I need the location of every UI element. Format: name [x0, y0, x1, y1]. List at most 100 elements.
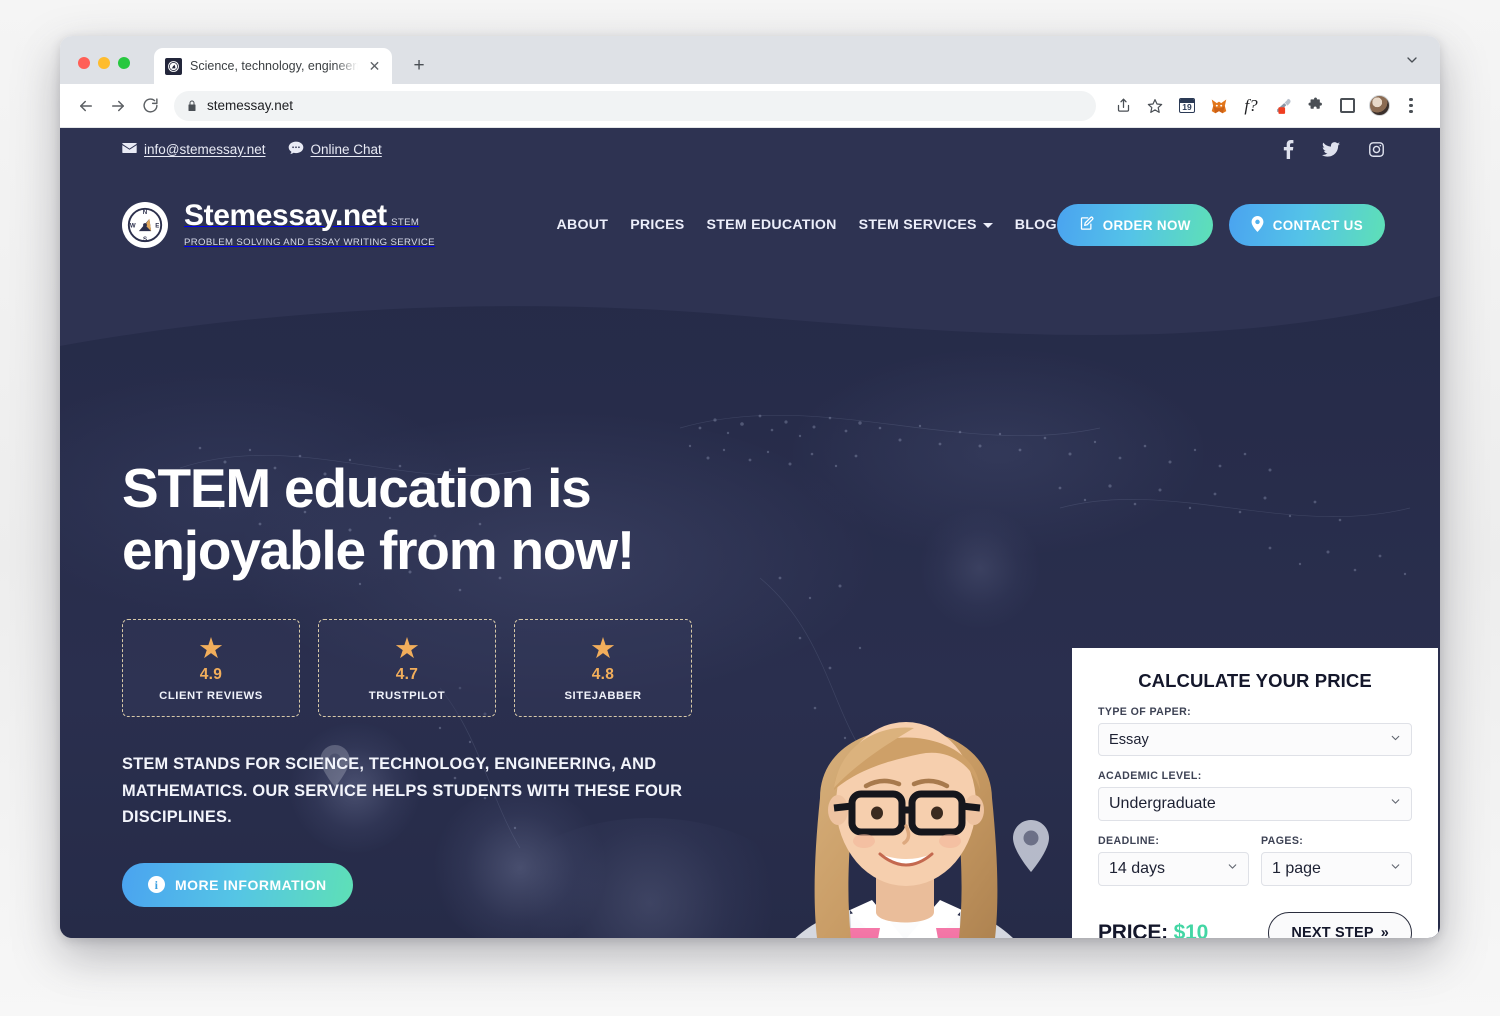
- browser-tab[interactable]: Science, technology, engineeri ✕: [154, 48, 392, 84]
- function-question-icon[interactable]: f?: [1236, 92, 1266, 120]
- chevron-down-icon: [982, 222, 993, 228]
- pages-label: PAGES:: [1261, 835, 1304, 847]
- maximize-window-button[interactable]: [118, 57, 130, 69]
- pages-select[interactable]: 1 page: [1261, 852, 1412, 886]
- calendar-icon[interactable]: 19: [1172, 92, 1202, 120]
- web-page: info@stemessay.net Online Chat N E S W S…: [60, 128, 1440, 938]
- hero-title-line-2: enjoyable from now!: [122, 518, 635, 581]
- type-of-paper-label: TYPE OF PAPER:: [1098, 706, 1192, 718]
- pages-field: PAGES: 1 page: [1261, 835, 1412, 886]
- email-link[interactable]: info@stemessay.net: [122, 142, 266, 157]
- back-arrow-icon[interactable]: [72, 92, 100, 120]
- location-pin-icon: [1251, 215, 1264, 235]
- nav-label: STEM EDUCATION: [706, 217, 837, 233]
- address-bar[interactable]: stemessay.net: [174, 90, 1096, 121]
- academic-level-field: ACADEMIC LEVEL: Undergraduate: [1098, 770, 1412, 821]
- eyedropper-icon[interactable]: [1268, 92, 1298, 120]
- close-tab-icon[interactable]: ✕: [366, 58, 383, 75]
- brand-logo-link[interactable]: N E S W Stemessay.net STEM PROBLEM SOLVI…: [122, 200, 451, 250]
- tab-strip: Science, technology, engineeri ✕ +: [60, 36, 1440, 84]
- header-action-buttons: ORDER NOW CONTACT US: [1056, 204, 1385, 246]
- type-of-paper-value: Essay: [1109, 731, 1149, 748]
- contact-us-button[interactable]: CONTACT US: [1228, 204, 1385, 246]
- calculator-title: CALCULATE YOUR PRICE: [1138, 670, 1372, 691]
- extension-icons: 19 f?: [1108, 92, 1426, 120]
- browser-menu-icon[interactable]: [1396, 92, 1426, 120]
- nav-item-stem-services[interactable]: STEM SERVICES: [859, 217, 993, 233]
- edit-document-icon: [1079, 216, 1094, 234]
- nav-item-prices[interactable]: PRICES: [630, 217, 684, 233]
- more-information-label: MORE INFORMATION: [175, 876, 327, 893]
- lock-icon: [186, 100, 198, 112]
- nav-item-blog[interactable]: BLOG: [1015, 217, 1057, 233]
- forward-arrow-icon[interactable]: [104, 92, 132, 120]
- side-panel-icon[interactable]: [1332, 92, 1362, 120]
- academic-level-select[interactable]: Undergraduate: [1098, 787, 1412, 821]
- calendar-badge: 19: [1182, 102, 1192, 112]
- email-text: info@stemessay.net: [144, 141, 266, 157]
- chevron-down-icon: [1389, 860, 1402, 878]
- nav-label: PRICES: [630, 217, 685, 233]
- deadline-value: 14 days: [1109, 860, 1166, 877]
- price-calculator-panel: CALCULATE YOUR PRICE TYPE OF PAPER: Essa…: [1072, 648, 1438, 938]
- browser-toolbar: stemessay.net 19 f?: [60, 84, 1440, 128]
- rating-card-client-reviews[interactable]: ★ 4.9 CLIENT REVIEWS: [122, 619, 300, 718]
- avatar: [1368, 95, 1390, 116]
- close-window-button[interactable]: [78, 57, 90, 69]
- chevron-down-icon: [1389, 795, 1402, 813]
- nav-item-stem-education[interactable]: STEM EDUCATION: [707, 217, 837, 233]
- svg-text:W: W: [130, 222, 136, 229]
- twitter-icon[interactable]: [1322, 141, 1340, 157]
- top-contact-bar: info@stemessay.net Online Chat: [60, 128, 1440, 170]
- minimize-window-button[interactable]: [98, 57, 110, 69]
- order-now-label: ORDER NOW: [1102, 217, 1191, 233]
- calculator-footer: PRICE: $10 NEXT STEP »: [1098, 912, 1412, 938]
- rating-card-sitejabber[interactable]: ★ 4.8 SITEJABBER: [514, 619, 692, 718]
- envelope-icon: [122, 142, 137, 157]
- site-header: N E S W Stemessay.net STEM PROBLEM SOLVI…: [60, 170, 1440, 280]
- student-photo: [795, 722, 1013, 938]
- compass-favicon: [165, 57, 182, 75]
- online-chat-link[interactable]: Online Chat: [288, 141, 382, 158]
- star-icon: ★: [590, 632, 616, 665]
- nav-item-about[interactable]: ABOUT: [557, 217, 609, 233]
- main-navigation: ABOUT PRICES STEM EDUCATION STEM SERVICE…: [557, 217, 1057, 233]
- academic-level-label: ACADEMIC LEVEL:: [1098, 770, 1202, 782]
- profile-avatar-icon[interactable]: [1364, 92, 1394, 120]
- more-information-button[interactable]: i MORE INFORMATION: [122, 862, 353, 907]
- rating-label: TRUSTPILOT: [368, 689, 446, 702]
- type-of-paper-select[interactable]: Essay: [1098, 723, 1412, 756]
- chevron-down-icon: [1226, 860, 1239, 878]
- reload-icon[interactable]: [136, 92, 164, 120]
- price-label: PRICE:: [1098, 921, 1168, 938]
- browser-window: Science, technology, engineeri ✕ + steme…: [60, 36, 1440, 938]
- facebook-icon[interactable]: [1283, 139, 1294, 159]
- next-step-label: NEXT STEP: [1291, 925, 1374, 938]
- svg-text:S: S: [143, 236, 147, 243]
- pages-value: 1 page: [1272, 860, 1321, 877]
- price-amount: $10: [1173, 921, 1209, 938]
- bookmark-star-icon[interactable]: [1140, 92, 1170, 120]
- hero-description: STEM STANDS FOR SCIENCE, TECHNOLOGY, ENG…: [122, 755, 683, 827]
- top-contact-links: info@stemessay.net Online Chat: [122, 141, 382, 158]
- tab-list-chevron-down-icon[interactable]: [1404, 52, 1420, 68]
- instagram-icon[interactable]: [1368, 141, 1385, 158]
- rating-card-trustpilot[interactable]: ★ 4.7 TRUSTPILOT: [318, 619, 496, 718]
- url-text: stemessay.net: [207, 98, 294, 113]
- price-display: PRICE: $10: [1098, 921, 1208, 938]
- nav-label: ABOUT: [556, 217, 609, 233]
- next-step-button[interactable]: NEXT STEP »: [1268, 912, 1412, 938]
- deadline-label: DEADLINE:: [1098, 835, 1160, 847]
- type-of-paper-field: TYPE OF PAPER: Essay: [1098, 706, 1412, 756]
- rating-value: 4.9: [199, 665, 223, 683]
- share-icon[interactable]: [1108, 92, 1138, 120]
- deadline-field: DEADLINE: 14 days: [1098, 835, 1249, 886]
- metamask-fox-icon[interactable]: [1204, 92, 1234, 120]
- new-tab-button[interactable]: +: [408, 54, 430, 76]
- deadline-select[interactable]: 14 days: [1098, 852, 1249, 886]
- rating-value: 4.8: [591, 665, 615, 683]
- puzzle-extension-icon[interactable]: [1300, 92, 1330, 120]
- order-now-button[interactable]: ORDER NOW: [1056, 204, 1213, 246]
- rating-label: SITEJABBER: [564, 689, 642, 702]
- double-chevron-right-icon: »: [1380, 925, 1389, 938]
